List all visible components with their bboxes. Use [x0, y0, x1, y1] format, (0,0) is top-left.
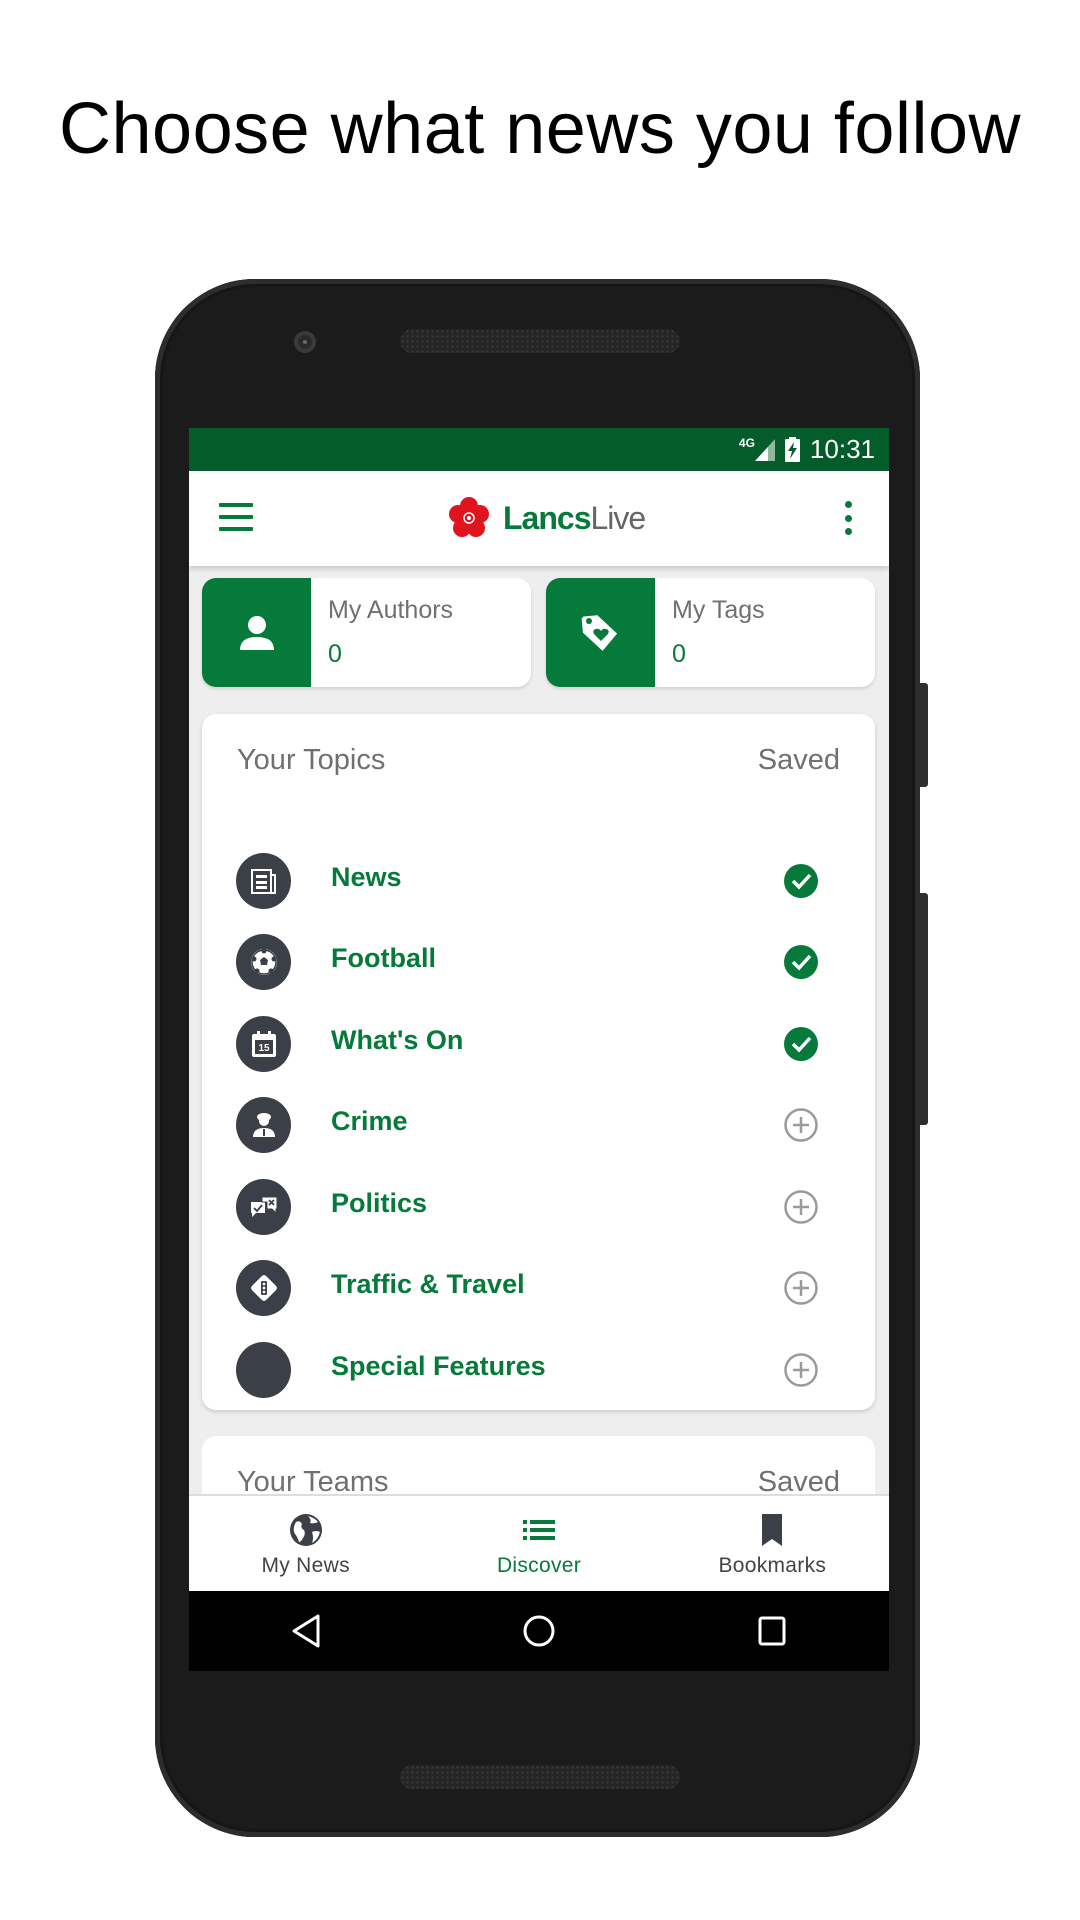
- blank-circle-icon: [236, 1342, 291, 1398]
- add-topic-icon[interactable]: [783, 1107, 819, 1143]
- topic-label: What's On: [331, 1025, 464, 1055]
- your-topics-card: Your Topics Saved News Football 15 What'…: [202, 714, 875, 1410]
- network-type: 4G: [738, 435, 755, 450]
- nav-label: Bookmarks: [718, 1554, 827, 1577]
- logo-wordmark: LancsLive: [503, 499, 646, 536]
- nav-bookmarks[interactable]: Bookmarks: [656, 1496, 889, 1593]
- calendar-icon: 15: [236, 1016, 291, 1072]
- add-topic-icon[interactable]: [783, 1270, 819, 1306]
- topic-row-special-features[interactable]: Special Features: [202, 1330, 875, 1410]
- bottom-navigation: My News Discover Bookmarks: [189, 1494, 889, 1593]
- topic-row-traffic-travel[interactable]: Traffic & Travel: [202, 1248, 875, 1328]
- topic-label: Football: [331, 943, 436, 973]
- recents-icon[interactable]: [737, 1601, 807, 1661]
- nav-my-news[interactable]: My News: [189, 1496, 422, 1593]
- earpiece-speaker: [400, 329, 680, 353]
- topic-row-football[interactable]: Football: [202, 922, 875, 1002]
- my-authors-count: 0: [328, 640, 342, 668]
- globe-icon: [289, 1514, 322, 1546]
- more-vert-icon[interactable]: [843, 501, 853, 535]
- hamburger-menu-icon[interactable]: [219, 503, 253, 533]
- bottom-speaker: [400, 1765, 680, 1789]
- topic-row-news[interactable]: News: [202, 841, 875, 921]
- my-tags-title: My Tags: [672, 596, 765, 624]
- phone-screen: 4G 10:31 LancsLive My Authors 0 My Tags …: [189, 428, 889, 1671]
- system-navigation-bar: [189, 1591, 889, 1671]
- my-tags-count: 0: [672, 640, 686, 668]
- battery-charging-icon: [784, 437, 800, 462]
- my-authors-title: My Authors: [328, 596, 454, 624]
- traffic-light-icon: [236, 1260, 291, 1316]
- cell-signal-icon: [754, 438, 775, 461]
- lancashire-rose-icon: [449, 497, 489, 537]
- person-icon: [202, 578, 311, 687]
- power-button: [920, 683, 928, 787]
- topic-row-crime[interactable]: Crime: [202, 1085, 875, 1165]
- saved-check-icon[interactable]: [783, 944, 819, 980]
- football-icon: [236, 934, 291, 990]
- topic-label: Crime: [331, 1106, 408, 1136]
- home-icon[interactable]: [504, 1601, 574, 1661]
- promo-headline: Choose what news you follow: [58, 89, 1021, 169]
- topic-row-whats-on[interactable]: 15 What's On: [202, 1004, 875, 1084]
- topic-label: Traffic & Travel: [331, 1269, 525, 1299]
- vote-chat-icon: [236, 1179, 291, 1235]
- volume-button: [920, 893, 928, 1125]
- topics-title: Your Topics: [237, 744, 386, 776]
- svg-text:15: 15: [258, 1043, 270, 1054]
- topic-label: Politics: [331, 1188, 428, 1218]
- add-topic-icon[interactable]: [783, 1352, 819, 1388]
- list-icon: [522, 1520, 555, 1540]
- nav-discover[interactable]: Discover: [422, 1496, 655, 1593]
- nav-label: My News: [261, 1554, 350, 1577]
- saved-check-icon[interactable]: [783, 1026, 819, 1062]
- nav-label: Discover: [496, 1554, 582, 1577]
- newspaper-icon: [236, 853, 291, 909]
- bookmark-icon: [762, 1514, 783, 1546]
- app-bar: LancsLive: [189, 471, 889, 566]
- topic-label: Special Features: [331, 1351, 546, 1381]
- topic-row-politics[interactable]: Politics: [202, 1167, 875, 1247]
- saved-check-icon[interactable]: [783, 863, 819, 899]
- app-logo: LancsLive: [447, 493, 646, 543]
- topic-label: News: [331, 862, 402, 892]
- my-authors-card[interactable]: My Authors 0: [202, 578, 531, 687]
- status-bar: 4G 10:31: [189, 428, 889, 471]
- clock: 10:31: [809, 434, 875, 464]
- my-tags-card[interactable]: My Tags 0: [546, 578, 875, 687]
- add-topic-icon[interactable]: [783, 1189, 819, 1225]
- police-officer-icon: [236, 1097, 291, 1153]
- back-icon[interactable]: [271, 1601, 341, 1661]
- tag-heart-icon: [546, 578, 655, 687]
- front-camera: [294, 331, 316, 353]
- topics-saved-header: Saved: [757, 744, 840, 776]
